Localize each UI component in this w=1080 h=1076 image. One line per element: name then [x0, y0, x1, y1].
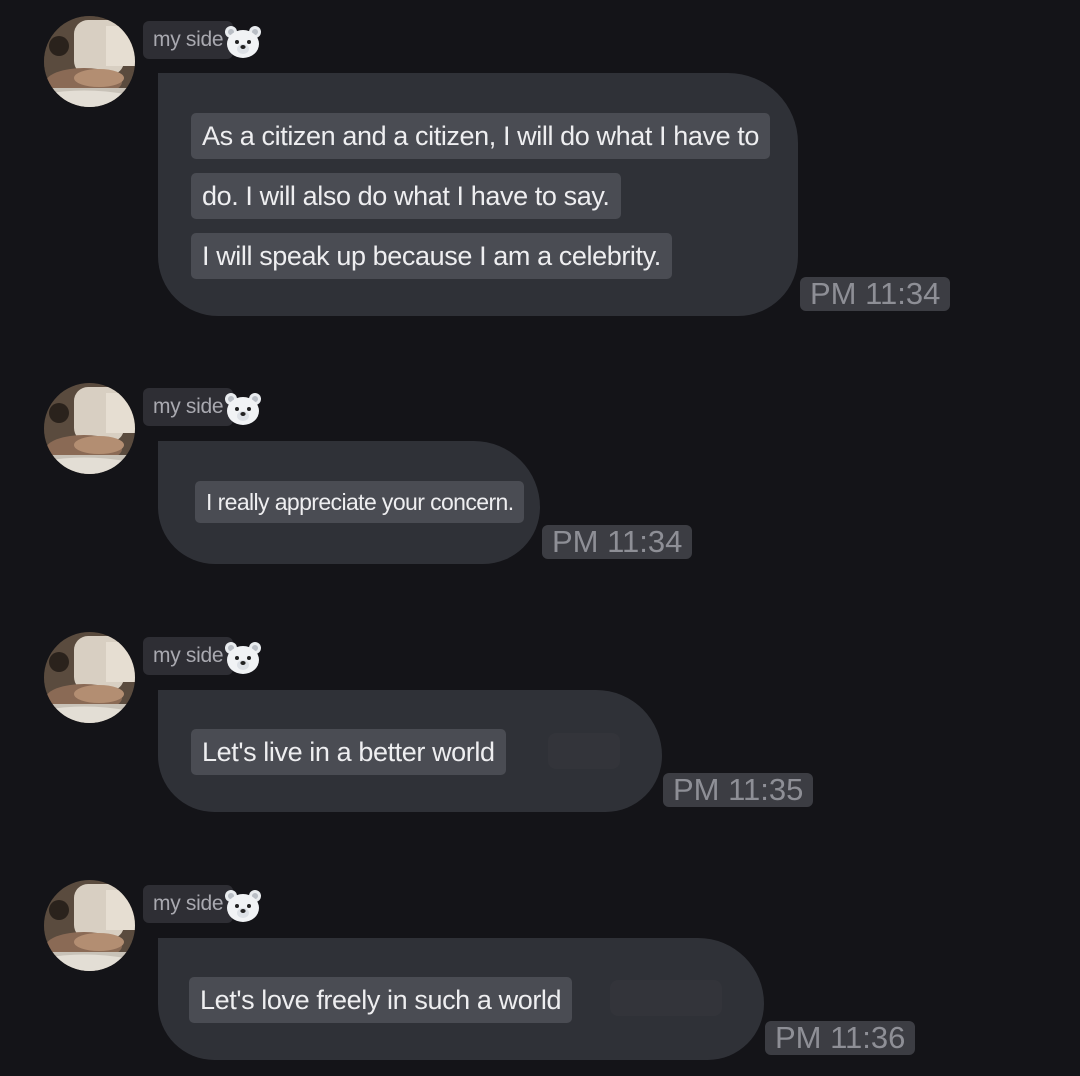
message-timestamp: PM 11:36	[765, 1021, 916, 1055]
avatar[interactable]	[44, 880, 135, 971]
message-text-line: Let's love freely in such a world	[189, 977, 573, 1023]
blur-smudge	[610, 980, 722, 1016]
polar-bear-face-icon	[224, 887, 262, 925]
message-group: my side Let's love freely in such a worl…	[0, 0, 1080, 1076]
sender-name[interactable]: my side	[143, 885, 234, 923]
